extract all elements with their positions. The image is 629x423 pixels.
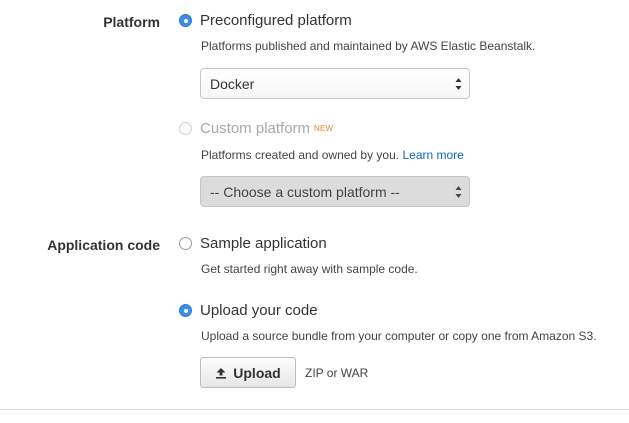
custom-platform-select-value: -- Choose a custom platform -- bbox=[210, 183, 400, 200]
upload-code-help: Upload a source bundle from your compute… bbox=[201, 329, 597, 343]
divider bbox=[0, 409, 629, 410]
sample-application-label: Sample application bbox=[200, 235, 327, 252]
preconfigured-platform-radio[interactable]: Preconfigured platform bbox=[179, 12, 352, 29]
platform-label: Platform bbox=[103, 14, 160, 30]
select-arrows-icon bbox=[455, 186, 462, 198]
upload-code-label: Upload your code bbox=[200, 302, 318, 319]
preconfigured-platform-label: Preconfigured platform bbox=[200, 12, 352, 29]
platform-select-value: Docker bbox=[210, 75, 255, 92]
upload-icon bbox=[216, 367, 227, 379]
select-arrows-icon bbox=[455, 78, 462, 90]
radio-disabled-icon[interactable] bbox=[179, 122, 192, 135]
custom-platform-label: Custom platform bbox=[200, 120, 311, 137]
application-code-label: Application code bbox=[47, 237, 160, 253]
custom-platform-help: Platforms created and owned by you. Lear… bbox=[201, 148, 464, 162]
new-badge: NEW bbox=[314, 124, 334, 133]
preconfigured-platform-help: Platforms published and maintained by AW… bbox=[201, 39, 536, 53]
upload-hint: ZIP or WAR bbox=[305, 366, 369, 380]
custom-platform-radio[interactable]: Custom platform NEW bbox=[179, 120, 333, 137]
upload-code-radio[interactable]: Upload your code bbox=[179, 302, 318, 319]
platform-select[interactable]: Docker bbox=[200, 68, 470, 99]
radio-unchecked-icon[interactable] bbox=[179, 237, 192, 250]
learn-more-link[interactable]: Learn more bbox=[402, 148, 463, 162]
sample-application-radio[interactable]: Sample application bbox=[179, 235, 327, 252]
radio-checked-icon[interactable] bbox=[179, 304, 192, 317]
radio-checked-icon[interactable] bbox=[179, 14, 192, 27]
custom-platform-help-text: Platforms created and owned by you. bbox=[201, 148, 400, 162]
custom-platform-select[interactable]: -- Choose a custom platform -- bbox=[200, 176, 470, 207]
upload-button-label: Upload bbox=[233, 364, 281, 381]
upload-button[interactable]: Upload bbox=[200, 357, 296, 388]
sample-application-help: Get started right away with sample code. bbox=[201, 262, 418, 276]
